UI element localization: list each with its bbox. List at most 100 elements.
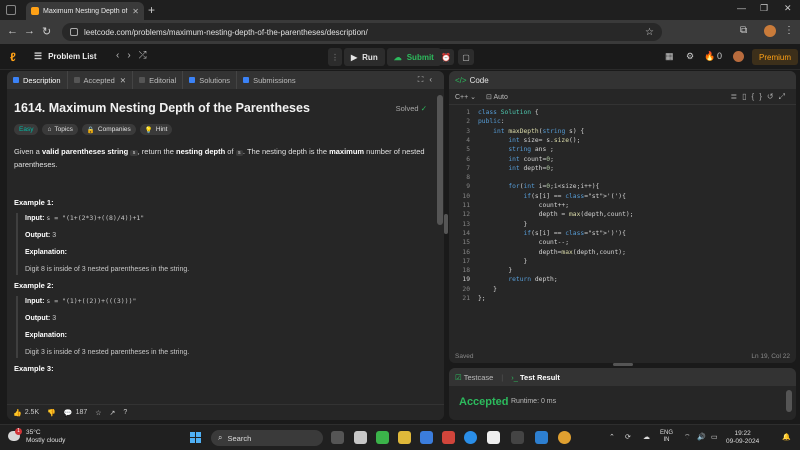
- minimize-icon[interactable]: —: [737, 3, 746, 13]
- panel-expand-icons[interactable]: ⛶‹: [418, 75, 438, 85]
- tab-description[interactable]: Description: [7, 71, 68, 89]
- topics-tag[interactable]: ⌂ Topics: [42, 124, 78, 135]
- user-avatar[interactable]: [733, 51, 744, 62]
- battery-icon[interactable]: ▭: [711, 433, 718, 441]
- help-icon[interactable]: ?: [123, 409, 127, 416]
- code-line[interactable]: 16 depth=max(depth,count);: [449, 249, 796, 258]
- code-line[interactable]: 3 int maxDepth(string s) {: [449, 128, 796, 137]
- browser-menu-icon[interactable]: ⋮: [784, 25, 794, 36]
- tab-actions-icon[interactable]: [6, 5, 16, 15]
- code-line[interactable]: 15 count--;: [449, 239, 796, 248]
- tab-editorial[interactable]: Editorial: [133, 71, 184, 89]
- coins-count[interactable]: 0: [717, 51, 722, 61]
- app-icon[interactable]: [420, 431, 433, 444]
- file-icon[interactable]: [354, 431, 367, 444]
- tab-submissions[interactable]: Submissions: [237, 71, 302, 89]
- tab-testcase[interactable]: ☑ Testcase: [455, 373, 493, 382]
- close-window-icon[interactable]: ✕: [784, 3, 792, 14]
- submit-button[interactable]: ☁ Submit: [386, 48, 441, 66]
- auto-toggle[interactable]: ⊡ Auto: [486, 93, 508, 101]
- vscode-icon[interactable]: [535, 431, 548, 444]
- windows-start-icon[interactable]: [190, 432, 201, 443]
- favorite-star-icon[interactable]: ☆: [95, 409, 101, 417]
- volume-icon[interactable]: 🔊: [697, 433, 706, 441]
- back-icon[interactable]: ←: [7, 25, 18, 37]
- forward-icon[interactable]: →: [24, 25, 35, 37]
- code-line[interactable]: 6 int count=0;: [449, 156, 796, 165]
- code-line[interactable]: 1 class Solution {: [449, 109, 796, 118]
- app-cube-icon[interactable]: [376, 431, 389, 444]
- edge-icon[interactable]: [464, 431, 477, 444]
- wifi-icon[interactable]: ⌔: [684, 433, 691, 442]
- description-scrollbar[interactable]: [437, 95, 443, 225]
- problem-nav-arrows[interactable]: ‹›⤮: [116, 50, 155, 61]
- code-line[interactable]: 7 int depth=0;: [449, 165, 796, 174]
- companies-tag[interactable]: 🔒 Companies: [81, 124, 136, 135]
- tab-test-result[interactable]: ›_ Test Result: [511, 373, 560, 382]
- code-line[interactable]: 18 }: [449, 267, 796, 276]
- task-view-icon[interactable]: [331, 431, 344, 444]
- terminal-app-icon[interactable]: [511, 431, 524, 444]
- language-select[interactable]: C++ ⌄: [455, 93, 476, 101]
- premium-button[interactable]: Premium: [752, 49, 799, 65]
- app-icon[interactable]: [442, 431, 455, 444]
- panel-resize-handle[interactable]: [444, 214, 448, 234]
- code-line[interactable]: 10 if(s[i] == class="st">'('){: [449, 193, 796, 202]
- code-line[interactable]: 14 if(s[i] == class="st">')'){: [449, 230, 796, 239]
- leetcode-logo-icon[interactable]: ℓ: [10, 50, 22, 64]
- language-indicator[interactable]: ENG IN: [660, 430, 673, 444]
- code-line[interactable]: 17 }: [449, 258, 796, 267]
- drag-handle-icon[interactable]: ⋮: [328, 48, 342, 66]
- code-line[interactable]: 8: [449, 174, 796, 183]
- tab-solutions[interactable]: Solutions: [183, 71, 238, 89]
- hint-tag[interactable]: 💡 Hint: [139, 124, 173, 135]
- tray-icon[interactable]: ⟳: [625, 433, 631, 441]
- fire-icon[interactable]: 🔥: [704, 51, 715, 62]
- clock[interactable]: 19:22 09-09-2024: [726, 430, 759, 446]
- code-line[interactable]: 12 depth = max(depth,count);: [449, 211, 796, 220]
- code-line[interactable]: 9 for(int i=0;i<size;i++){: [449, 183, 796, 192]
- app-icon[interactable]: [487, 431, 500, 444]
- new-tab-icon[interactable]: +: [148, 3, 155, 17]
- close-tab-icon[interactable]: ✕: [132, 7, 139, 16]
- run-button[interactable]: ▶ Run: [344, 48, 385, 66]
- code-line[interactable]: 13 }: [449, 221, 796, 230]
- settings-gear-icon[interactable]: ⚙: [686, 51, 694, 62]
- vertical-resize-handle[interactable]: [613, 363, 633, 366]
- code-line[interactable]: 5 string ans ;: [449, 146, 796, 155]
- reload-icon[interactable]: ↻: [42, 25, 51, 38]
- profile-avatar[interactable]: [764, 25, 776, 37]
- taskbar-search[interactable]: ⌕ Search: [211, 430, 323, 446]
- code-line[interactable]: 19 return depth;: [449, 276, 796, 285]
- tab-accepted[interactable]: Accepted ✕: [68, 71, 134, 89]
- code-line[interactable]: 20 }: [449, 286, 796, 295]
- comments-button[interactable]: 💬 187: [64, 409, 87, 417]
- code-line[interactable]: 2 public:: [449, 118, 796, 127]
- layout-grid-icon[interactable]: ▦: [665, 51, 674, 62]
- notes-icon[interactable]: ▢: [458, 49, 474, 65]
- site-info-icon[interactable]: [70, 28, 78, 36]
- file-explorer-icon[interactable]: [398, 431, 411, 444]
- code-line[interactable]: 11 count++;: [449, 202, 796, 211]
- tray-overflow-icon[interactable]: ⌃: [609, 433, 615, 441]
- bookmark-star-icon[interactable]: ☆: [645, 27, 654, 38]
- cloud-tray-icon[interactable]: ☁: [643, 433, 650, 441]
- problem-list-button[interactable]: ☰ Problem List: [34, 51, 97, 62]
- weather-widget[interactable]: 1 35°C Mostly cloudy: [8, 428, 65, 445]
- close-tab-accepted-icon[interactable]: ✕: [120, 76, 126, 85]
- maximize-icon[interactable]: ❐: [760, 3, 768, 14]
- chrome-icon[interactable]: [558, 431, 571, 444]
- dislike-icon[interactable]: 👎: [47, 409, 56, 417]
- notifications-icon[interactable]: 🔔: [782, 433, 791, 441]
- code-line[interactable]: 4 int size= s.size();: [449, 137, 796, 146]
- like-button[interactable]: 👍 2.5K: [13, 409, 39, 417]
- browser-tab[interactable]: Maximum Nesting Depth of the ✕: [26, 2, 144, 20]
- address-bar[interactable]: leetcode.com/problems/maximum-nesting-de…: [62, 23, 662, 41]
- result-scrollbar[interactable]: [786, 390, 792, 412]
- extensions-icon[interactable]: ⧉: [740, 25, 747, 36]
- timer-icon[interactable]: ⏰: [438, 49, 454, 65]
- code-line[interactable]: 21};: [449, 295, 796, 304]
- editor-actions-icons[interactable]: ≣▯{}↺⤢: [730, 92, 790, 102]
- share-icon[interactable]: ↗: [110, 409, 116, 417]
- code-editor[interactable]: 1 class Solution {2 public: 3 int maxDepth(…: [449, 109, 796, 349]
